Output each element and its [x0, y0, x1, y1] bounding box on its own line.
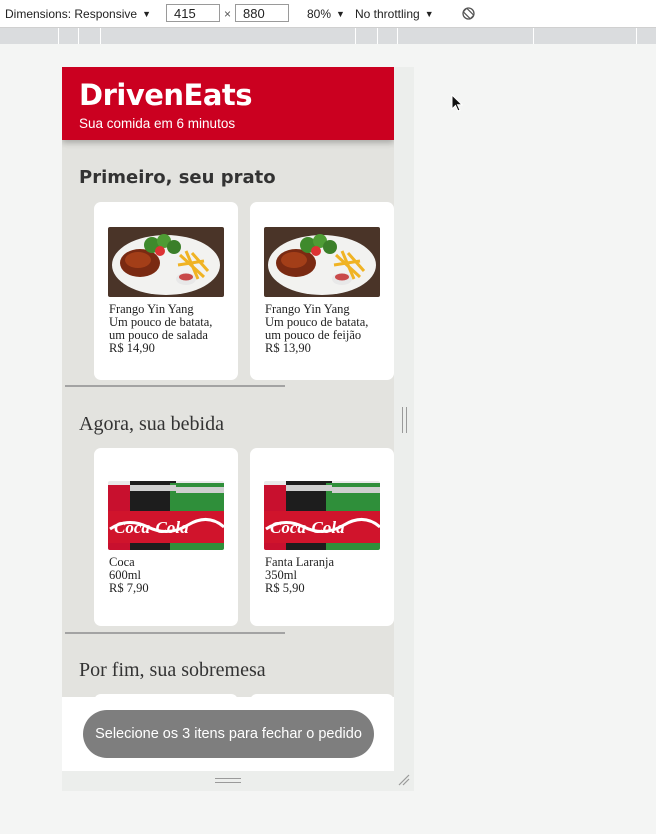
dimensions-dropdown[interactable]: Dimensions: Responsive ▼ [5, 0, 151, 27]
caret-down-icon: ▼ [142, 8, 151, 19]
svg-text:Coca-Cola: Coca-Cola [270, 518, 345, 537]
chicken-plate-image [108, 227, 224, 297]
dimensions-label: Dimensions: Responsive [5, 6, 138, 21]
corner-resize-handle[interactable] [398, 774, 410, 786]
media-query-ruler [0, 28, 656, 44]
throttling-dropdown[interactable]: No throttling ▼ [355, 0, 434, 27]
rotate-icon [462, 7, 475, 20]
drink-price: R$ 7,90 [109, 581, 149, 595]
drink-card[interactable]: Coca-Cola Coca 600ml R$ 7,90 [94, 448, 238, 626]
horizontal-scrollbar[interactable] [65, 385, 285, 387]
dish-card[interactable]: Frango Yin Yang Um pouco de batata, um p… [94, 202, 238, 380]
caret-down-icon: ▼ [424, 8, 434, 19]
order-footer: Selecione os 3 itens para fechar o pedid… [62, 697, 394, 771]
zoom-label: 80% [307, 6, 332, 21]
drink-card[interactable]: Coca-Cola Fanta Laranja 350ml R$ 5,90 [250, 448, 394, 626]
dimension-separator: × [224, 6, 232, 21]
caret-down-icon: ▼ [336, 8, 345, 19]
dish-card[interactable]: Frango Yin Yang Um pouco de batata, um p… [250, 202, 394, 380]
dish-price: R$ 14,90 [109, 341, 155, 355]
mouse-cursor-icon [451, 94, 464, 112]
app-header: DrivenEats Sua comida em 6 minutos [62, 67, 394, 140]
rotate-button[interactable] [461, 0, 476, 27]
coca-cola-cans-image: Coca-Cola [264, 481, 380, 550]
close-order-button[interactable]: Selecione os 3 itens para fechar o pedid… [83, 710, 374, 758]
width-input[interactable] [166, 4, 220, 22]
height-resize-handle[interactable] [215, 778, 241, 783]
chicken-plate-image [264, 227, 380, 297]
height-input[interactable] [235, 4, 289, 22]
device-viewport: DrivenEats Sua comida em 6 minutos Prime… [62, 67, 394, 771]
drink-price: R$ 5,90 [265, 581, 305, 595]
brand-logo: DrivenEats [79, 78, 253, 112]
throttling-label: No throttling [355, 6, 420, 21]
horizontal-scrollbar[interactable] [65, 632, 285, 634]
dish-price: R$ 13,90 [265, 341, 311, 355]
section-title-drinks: Agora, sua bebida [79, 413, 224, 435]
section-title-dessert: Por fim, sua sobremesa [79, 659, 266, 681]
zoom-dropdown[interactable]: 80% ▼ [307, 0, 345, 27]
section-title-main: Primeiro, seu prato [79, 167, 276, 188]
tagline: Sua comida em 6 minutos [79, 116, 236, 131]
coca-cola-cans-image: Coca-Cola [108, 481, 224, 550]
width-resize-handle[interactable] [402, 407, 407, 433]
svg-text:Coca-Cola: Coca-Cola [114, 518, 189, 537]
devtools-toolbar: Dimensions: Responsive ▼ × 80% ▼ No thro… [0, 0, 656, 28]
